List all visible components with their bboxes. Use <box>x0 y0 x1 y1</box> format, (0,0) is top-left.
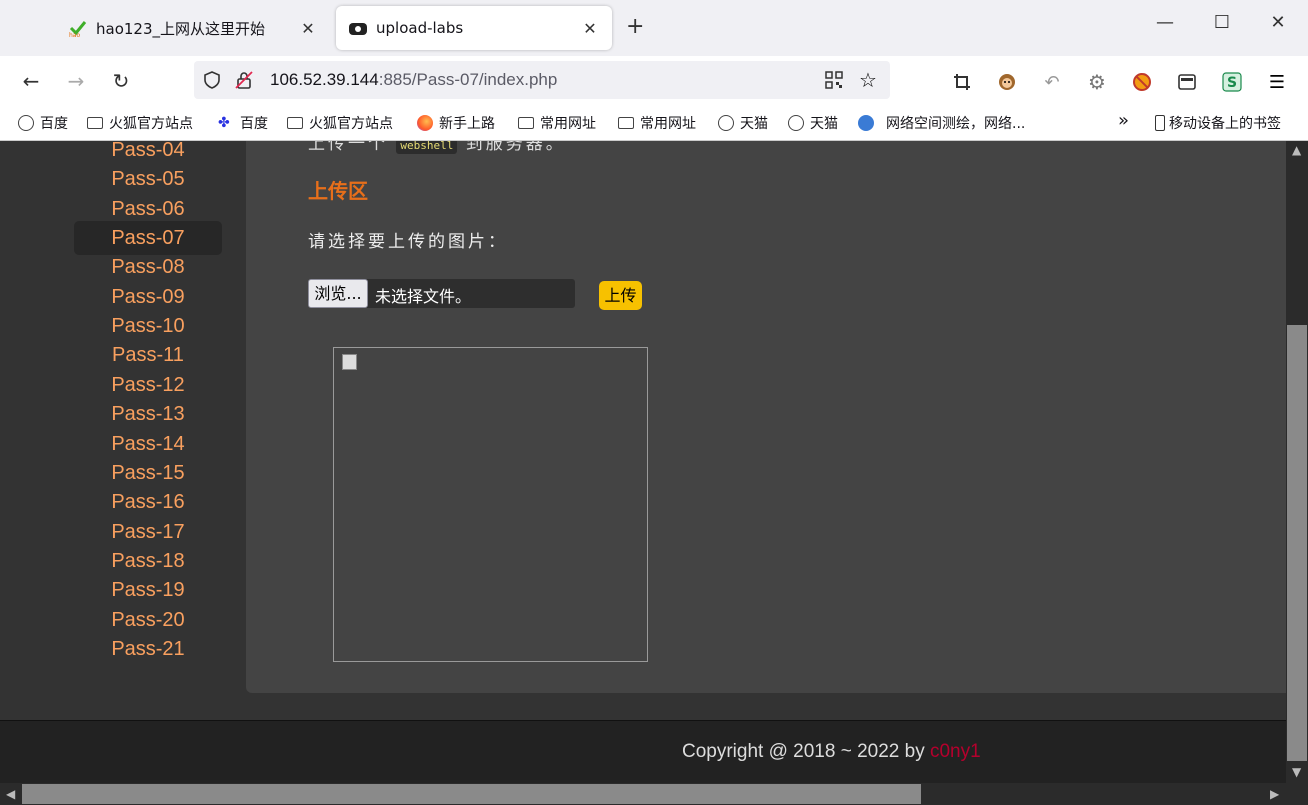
insecure-lock-icon[interactable] <box>232 68 256 92</box>
bookmark-item[interactable]: 天猫 <box>788 113 838 133</box>
tab-hao123[interactable]: hao hao123_上网从这里开始 ✕ <box>56 6 330 50</box>
minimize-icon[interactable]: — <box>1145 12 1185 33</box>
folder-icon <box>518 117 534 129</box>
fofa-icon <box>858 115 874 131</box>
new-tab-icon[interactable]: + <box>626 14 644 39</box>
close-window-icon[interactable]: ✕ <box>1258 12 1298 33</box>
upload-submit-button[interactable]: 上传 <box>599 281 642 310</box>
crop-icon[interactable] <box>950 70 974 94</box>
horizontal-scrollbar[interactable]: ◀ ▶ <box>0 783 1308 805</box>
url-path: :885/Pass-07/index.php <box>378 70 558 89</box>
url-bar[interactable]: 106.52.39.144:885/Pass-07/index.php ☆ <box>194 61 890 99</box>
bookmark-item[interactable]: 常用网址 <box>618 113 696 133</box>
vertical-scroll-thumb[interactable] <box>1287 325 1307 761</box>
globe-icon <box>788 115 804 131</box>
mobile-device-icon <box>1155 115 1165 131</box>
reload-icon[interactable]: ↻ <box>105 66 137 96</box>
browse-button[interactable]: 浏览... <box>308 279 368 308</box>
url-text[interactable]: 106.52.39.144:885/Pass-07/index.php <box>270 70 557 90</box>
qr-code-icon[interactable] <box>822 68 846 92</box>
bookmark-item[interactable]: 火狐官方站点 <box>287 113 393 133</box>
monkey-extension-icon[interactable] <box>995 70 1019 94</box>
scroll-left-icon[interactable]: ◀ <box>6 787 15 801</box>
tab-bar: hao hao123_上网从这里开始 ✕ upload-labs ✕ + — ☐… <box>0 0 1308 56</box>
svg-text:hao: hao <box>69 32 80 38</box>
svg-text:S: S <box>1227 75 1237 91</box>
author-link[interactable]: c0ny1 <box>930 741 981 762</box>
folder-icon <box>287 117 303 129</box>
s-extension-icon[interactable]: S <box>1220 70 1244 94</box>
gear-extension-icon[interactable]: ⚙ <box>1085 70 1109 94</box>
baidu-paw-icon: ✤ <box>218 115 230 131</box>
scroll-up-icon[interactable]: ▲ <box>1292 143 1301 157</box>
scroll-down-icon[interactable]: ▼ <box>1292 765 1301 779</box>
bookmark-item[interactable]: 新手上路 <box>417 113 495 133</box>
folder-icon <box>618 117 634 129</box>
shield-icon[interactable] <box>200 68 224 92</box>
file-input[interactable]: 浏览... 未选择文件。 <box>308 279 575 308</box>
tab-title: hao123_上网从这里开始 <box>96 19 266 38</box>
bookmarks-toolbar: 百度 火狐官方站点 ✤ 百度 火狐官方站点 新手上路 常用网址 常用网址 天猫 天… <box>0 106 1308 141</box>
blocker-extension-icon[interactable] <box>1130 70 1154 94</box>
undo-icon[interactable]: ↶ <box>1040 70 1064 94</box>
vertical-scrollbar[interactable]: ▲ ▼ <box>1286 141 1308 783</box>
footer: Copyright @ 2018 ~ 2022 by c0ny1 <box>0 720 1286 784</box>
close-tab-icon[interactable]: ✕ <box>298 19 318 38</box>
upload-labs-icon <box>348 18 368 38</box>
upload-section-title: 上传区 <box>308 179 368 203</box>
main-content: 上传一个 webshell 到服务器。 上传区 请选择要上传的图片： 浏览...… <box>246 141 1286 693</box>
window-extension-icon[interactable] <box>1175 70 1199 94</box>
broken-image-icon <box>342 354 357 370</box>
globe-icon <box>18 115 34 131</box>
tab-title: upload-labs <box>376 19 464 37</box>
bookmark-item[interactable]: 常用网址 <box>518 113 596 133</box>
bookmark-item[interactable]: 百度 <box>18 113 68 133</box>
webshell-code: webshell <box>396 141 458 154</box>
hao123-icon: hao <box>68 18 88 38</box>
horizontal-scroll-thumb[interactable] <box>22 784 921 804</box>
forward-icon[interactable]: → <box>60 66 92 96</box>
bookmark-item[interactable]: ✤ 百度 <box>218 113 268 133</box>
mobile-bookmarks[interactable]: 移动设备上的书签 <box>1155 113 1281 133</box>
bookmark-item[interactable]: 网络空间测绘，网络... <box>858 113 1025 133</box>
upload-prompt: 请选择要上传的图片： <box>308 232 508 252</box>
bookmarks-overflow-icon[interactable]: » <box>1118 110 1129 131</box>
folder-icon <box>87 117 103 129</box>
menu-icon[interactable]: ☰ <box>1265 70 1289 94</box>
firefox-icon <box>417 115 433 131</box>
back-icon[interactable]: ← <box>15 66 47 96</box>
image-preview <box>333 347 648 662</box>
bookmark-star-icon[interactable]: ☆ <box>856 68 880 92</box>
url-host: 106.52.39.144 <box>270 70 379 89</box>
close-tab-icon[interactable]: ✕ <box>580 19 600 38</box>
globe-icon <box>718 115 734 131</box>
page-viewport: Pass-04 Pass-05 Pass-06 Pass-07 Pass-08 Pass-… <box>0 141 1308 805</box>
bookmark-item[interactable]: 火狐官方站点 <box>87 113 193 133</box>
intro-text: 上传一个 webshell 到服务器。 <box>308 141 566 154</box>
scroll-right-icon[interactable]: ▶ <box>1270 787 1279 801</box>
tab-upload-labs[interactable]: upload-labs ✕ <box>336 6 612 50</box>
no-file-label: 未选择文件。 <box>375 287 472 306</box>
bookmark-item[interactable]: 天猫 <box>718 113 768 133</box>
copyright-text: Copyright @ 2018 ~ 2022 by c0ny1 <box>682 741 981 762</box>
navigation-toolbar: ← → ↻ 106.52.39.144:885/Pass-07/index.ph… <box>0 56 1308 106</box>
maximize-icon[interactable]: ☐ <box>1202 12 1242 33</box>
sidebar-item-pass-21[interactable]: Pass-21 <box>74 632 222 666</box>
